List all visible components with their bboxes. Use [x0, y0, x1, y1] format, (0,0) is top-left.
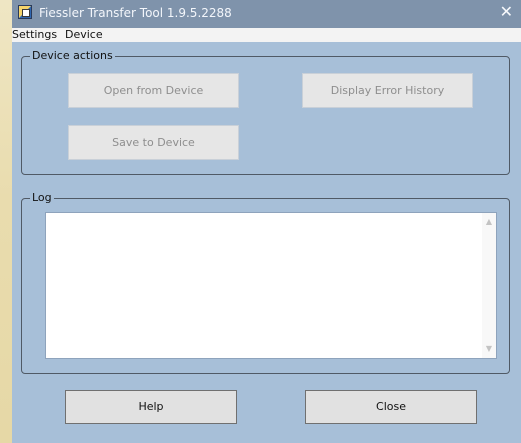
app-window: Fiessler Transfer Tool 1.9.5.2288 ✕ Sett…: [12, 0, 521, 443]
log-textarea[interactable]: ▲ ▼: [45, 212, 497, 359]
help-button[interactable]: Help: [65, 390, 237, 424]
app-icon: [18, 5, 32, 19]
save-to-device-button[interactable]: Save to Device: [68, 125, 239, 160]
menu-settings[interactable]: Settings: [12, 28, 57, 42]
scroll-up-icon[interactable]: ▲: [482, 215, 496, 229]
display-error-history-button[interactable]: Display Error History: [302, 73, 473, 108]
log-scrollbar[interactable]: ▲ ▼: [482, 213, 496, 358]
desktop-background: [0, 0, 12, 443]
close-icon[interactable]: ✕: [500, 3, 513, 21]
menu-bar: Settings Device: [12, 28, 521, 42]
close-label: Close: [376, 400, 406, 413]
save-to-device-label: Save to Device: [112, 135, 195, 149]
open-from-device-button[interactable]: Open from Device: [68, 73, 239, 108]
close-button[interactable]: Close: [305, 390, 477, 424]
window-title: Fiessler Transfer Tool 1.9.5.2288: [39, 6, 232, 20]
open-from-device-label: Open from Device: [103, 83, 204, 97]
scroll-down-icon[interactable]: ▼: [482, 342, 496, 356]
display-error-history-label: Display Error History: [330, 83, 445, 97]
title-bar: Fiessler Transfer Tool 1.9.5.2288 ✕: [12, 0, 521, 28]
device-actions-legend: Device actions: [30, 49, 115, 63]
log-legend: Log: [30, 191, 54, 205]
help-label: Help: [138, 400, 164, 413]
menu-device[interactable]: Device: [65, 28, 103, 42]
